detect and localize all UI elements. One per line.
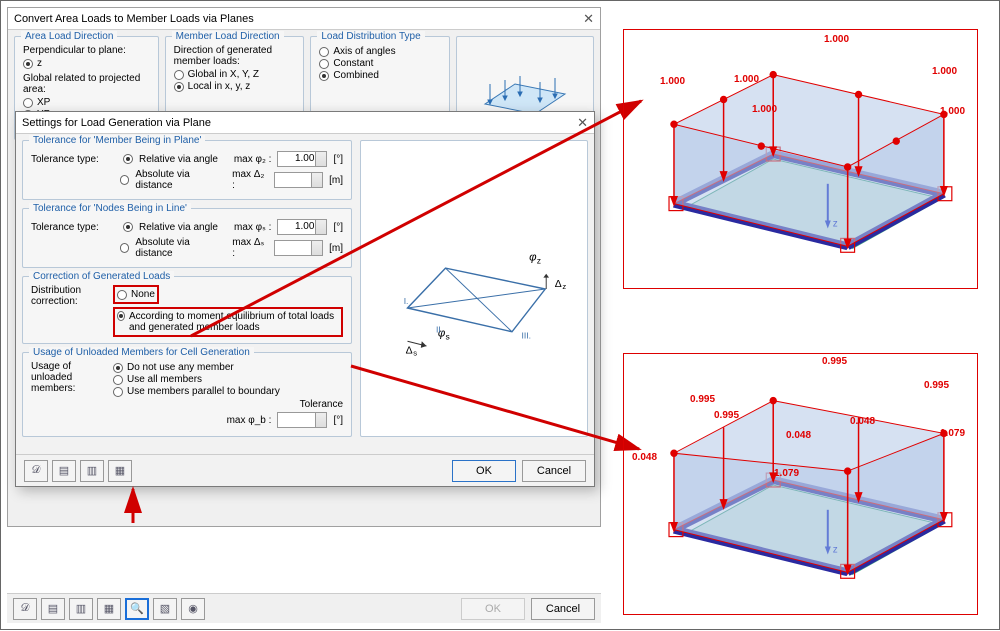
- tol-type-label: Tolerance type:: [31, 154, 117, 165]
- max-phi-b-label: max φ_b :: [227, 415, 272, 426]
- radio-comb[interactable]: [319, 71, 329, 81]
- phi-b-spinner[interactable]: [277, 412, 327, 428]
- max-phi-z-label: max φ₂ :: [234, 154, 272, 165]
- tolerance-diagram: φz Δz φs Δs I. II. III.: [360, 140, 588, 437]
- val-t1: 1.000: [824, 34, 849, 45]
- ds-spinner[interactable]: [274, 240, 323, 256]
- dz-spinner[interactable]: [274, 172, 323, 188]
- tol-nodes-title: Tolerance for 'Nodes Being in Line': [29, 203, 191, 214]
- tool-7[interactable]: ◉: [181, 598, 205, 620]
- val-b2: 0.995: [924, 380, 949, 391]
- phi-s-spinner[interactable]: 1.00: [277, 219, 327, 235]
- convert-titlebar: Convert Area Loads to Member Loads via P…: [8, 8, 600, 30]
- area-load-title: Area Load Direction: [21, 31, 117, 42]
- tool-2[interactable]: ▤: [41, 598, 65, 620]
- tol-member-title: Tolerance for 'Member Being in Plane': [29, 135, 205, 146]
- svg-text:s: s: [413, 348, 417, 357]
- glob-label: Global related to projected area:: [23, 73, 150, 95]
- tool-s2[interactable]: ▤: [52, 460, 76, 482]
- max-phi-s-label: max φₛ :: [234, 222, 271, 233]
- svg-text:Δ: Δ: [406, 345, 413, 356]
- val-b6: 0.048: [786, 430, 811, 441]
- usage-group: Usage of Unloaded Members for Cell Gener…: [22, 352, 352, 437]
- tool-3[interactable]: ▥: [69, 598, 93, 620]
- radio-xp[interactable]: [23, 98, 33, 108]
- tool-6[interactable]: ▧: [153, 598, 177, 620]
- help-button[interactable]: 𝒟: [24, 460, 48, 482]
- radio-rel-2[interactable]: [123, 222, 133, 232]
- convert-title: Convert Area Loads to Member Loads via P…: [14, 13, 254, 25]
- radio-abs-1[interactable]: [120, 175, 130, 185]
- svg-text:z: z: [537, 255, 541, 265]
- tool-s4[interactable]: ▦: [108, 460, 132, 482]
- svg-text:z: z: [562, 282, 566, 291]
- tool-1[interactable]: 𝒟: [13, 598, 37, 620]
- val-b7: 0.048: [632, 452, 657, 463]
- svg-text:I.: I.: [404, 296, 409, 306]
- correction-group: Correction of Generated Loads Distributi…: [22, 276, 352, 344]
- svg-text:s: s: [446, 331, 450, 341]
- svg-text:III.: III.: [522, 330, 532, 340]
- val-t6: 1.000: [734, 74, 759, 85]
- val-b9: 1.079: [774, 468, 799, 479]
- tol-nodes-group: Tolerance for 'Nodes Being in Line' Tole…: [22, 208, 352, 268]
- radio-none[interactable]: [117, 290, 127, 300]
- dist-corr-label: Distribution correction:: [31, 285, 105, 337]
- phi-z-spinner[interactable]: 1.00: [277, 151, 327, 167]
- member-hint: Direction of generated member loads:: [174, 45, 296, 67]
- member-load-title: Member Load Direction: [172, 31, 284, 42]
- plane-diagram-icon: φz Δz φs Δs I. II. III.: [379, 194, 569, 384]
- val-b1: 0.995: [822, 356, 847, 367]
- svg-text:II.: II.: [436, 324, 443, 334]
- radio-axis[interactable]: [319, 47, 329, 57]
- close-icon[interactable]: ✕: [577, 115, 588, 131]
- convert-footer: 𝒟 ▤ ▥ ▦ 🔍 ▧ ◉ OK Cancel: [7, 593, 601, 623]
- tool-settings[interactable]: 🔍: [125, 598, 149, 620]
- svg-text:Δ: Δ: [555, 279, 562, 290]
- val-b5: 0.048: [850, 416, 875, 427]
- radio-const[interactable]: [319, 59, 329, 69]
- result-diagram-none: z 1.000 1.000 1.000 1.000 1.000 1.000: [623, 29, 978, 289]
- val-t5: 1.000: [940, 106, 965, 117]
- val-t4: 1.000: [752, 104, 777, 115]
- ok-button-parent[interactable]: OK: [461, 598, 525, 620]
- settings-titlebar: Settings for Load Generation via Plane ✕: [16, 112, 594, 134]
- close-icon[interactable]: ✕: [583, 11, 594, 27]
- ok-button[interactable]: OK: [452, 460, 516, 482]
- tol-member-group: Tolerance for 'Member Being in Plane' To…: [22, 140, 352, 200]
- perp-label: Perpendicular to plane:: [23, 45, 150, 56]
- none-label: None: [131, 289, 155, 300]
- settings-title: Settings for Load Generation via Plane: [22, 117, 211, 129]
- radio-according[interactable]: [117, 311, 125, 321]
- val-t3: 1.000: [660, 76, 685, 87]
- tool-4[interactable]: ▦: [97, 598, 121, 620]
- radio-u2[interactable]: [113, 375, 123, 385]
- radio-u3[interactable]: [113, 387, 123, 397]
- usage-title: Usage of Unloaded Members for Cell Gener…: [29, 347, 254, 358]
- radio-rel-1[interactable]: [123, 154, 133, 164]
- according-label: According to moment equilibrium of total…: [129, 311, 339, 333]
- radio-local[interactable]: [174, 82, 184, 92]
- correction-title: Correction of Generated Loads: [29, 271, 174, 282]
- cancel-button[interactable]: Cancel: [522, 460, 586, 482]
- max-dz-label: max Δ₂ :: [232, 169, 268, 191]
- val-b8: 1.079: [940, 428, 965, 439]
- result-diagram-equilibrium: z 0.995 0.995 0.995 0.995 0.048 0.048 0.…: [623, 353, 978, 615]
- radio-u1[interactable]: [113, 363, 123, 373]
- max-ds-label: max Δₛ :: [232, 237, 268, 259]
- tool-s3[interactable]: ▥: [80, 460, 104, 482]
- radio-global[interactable]: [174, 70, 184, 80]
- settings-footer: 𝒟 ▤ ▥ ▦ OK Cancel: [16, 454, 594, 486]
- val-b4: 0.995: [714, 410, 739, 421]
- dist-type-title: Load Distribution Type: [317, 31, 424, 42]
- usage-label: Usage of unloaded members:: [31, 361, 105, 430]
- val-b3: 0.995: [690, 394, 715, 405]
- radio-abs-2[interactable]: [120, 243, 130, 253]
- val-t2: 1.000: [932, 66, 957, 77]
- settings-dialog: Settings for Load Generation via Plane ✕…: [15, 111, 595, 487]
- cancel-button-parent[interactable]: Cancel: [531, 598, 595, 620]
- radio-z[interactable]: [23, 59, 33, 69]
